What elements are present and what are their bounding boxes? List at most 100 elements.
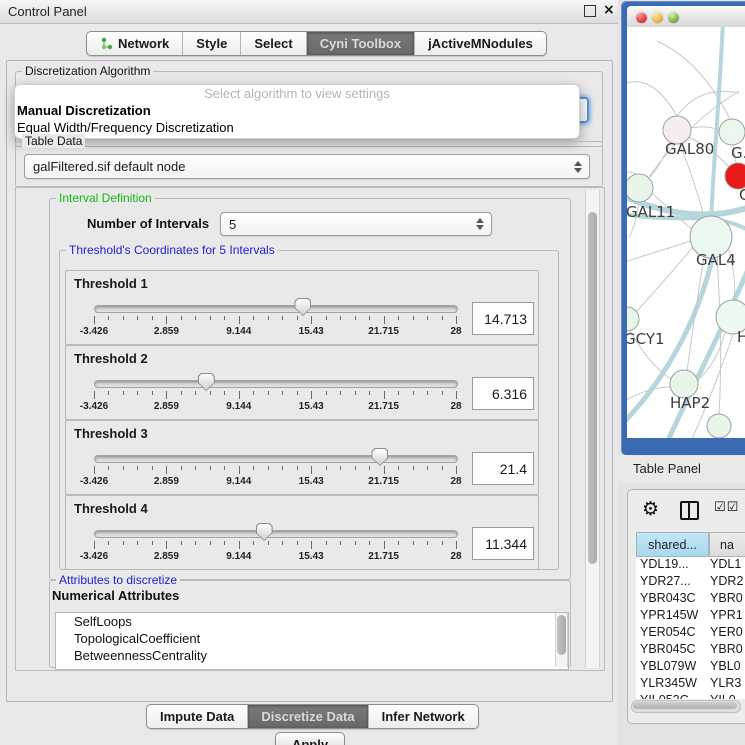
gear-icon[interactable]: ⚙ — [642, 496, 659, 522]
threshold-value-field[interactable]: 21.4 — [472, 452, 534, 485]
dropdown-option-equal-width-frequency-discretization[interactable]: Equal Width/Frequency Discretization — [15, 119, 579, 136]
apply-button[interactable]: Apply — [275, 732, 345, 745]
cell-shared-name[interactable]: YDL19... — [636, 557, 707, 574]
slider-tick — [224, 391, 225, 395]
cell-name[interactable]: YER0 — [707, 625, 745, 642]
cell-shared-name[interactable]: YDR27... — [636, 574, 707, 591]
table-row[interactable]: YDR27...YDR2 — [636, 574, 745, 591]
float-window-icon[interactable] — [584, 5, 596, 17]
slider-tick-label: 15.43 — [299, 326, 324, 337]
threshold-value-field[interactable]: 11.344 — [472, 527, 534, 560]
network-canvas[interactable]: GAL80G.CGAL11GAL4GCY1HHAP2 — [627, 27, 745, 438]
cell-shared-name[interactable]: YBR043C — [636, 591, 707, 608]
columns-icon[interactable] — [680, 501, 699, 520]
tab-cyni-toolbox[interactable]: Cyni Toolbox — [307, 32, 415, 55]
slider-tick — [224, 541, 225, 545]
slider-thumb[interactable] — [371, 448, 388, 466]
cell-shared-name[interactable]: YPR145W — [636, 608, 707, 625]
slider-track[interactable] — [94, 305, 458, 313]
tab-style[interactable]: Style — [183, 32, 241, 55]
network-window-titlebar — [627, 6, 745, 28]
slider-tick — [311, 466, 312, 474]
column-header-name[interactable]: na — [709, 532, 745, 557]
cell-name[interactable]: YBL0 — [707, 659, 745, 676]
cell-name[interactable]: YDL1 — [707, 557, 745, 574]
table-row[interactable]: YER054CYER0 — [636, 625, 745, 642]
slider-tick — [253, 316, 254, 320]
table-row[interactable]: YDL19...YDL1 — [636, 557, 745, 574]
network-node-node-top-right[interactable] — [719, 119, 745, 145]
network-edge[interactable] — [627, 241, 691, 263]
network-node-gal11[interactable] — [627, 174, 653, 202]
column-header-shared[interactable]: shared... — [636, 532, 709, 557]
slider-thumb[interactable] — [256, 523, 273, 541]
slider-thumb[interactable] — [198, 373, 215, 391]
scrollbar-thumb[interactable] — [633, 702, 737, 709]
network-edge[interactable] — [687, 256, 704, 371]
slider-track[interactable] — [94, 380, 458, 388]
cell-shared-name[interactable]: YER054C — [636, 625, 707, 642]
table-horizontal-scrollbar[interactable] — [631, 700, 741, 713]
attributes-list-scrollbar[interactable] — [555, 613, 568, 667]
dropdown-placeholder-item[interactable]: Select algorithm to view settings — [15, 85, 579, 102]
slider-thumb[interactable] — [294, 298, 311, 316]
select-columns-checkboxes-icon[interactable]: ☑☑ — [714, 500, 739, 515]
attribute-item-betweennesscentrality[interactable]: BetweennessCentrality — [56, 647, 568, 664]
slider-tick — [195, 391, 196, 395]
slider-tick-label: 2.859 — [154, 326, 179, 337]
network-node-node-bottom[interactable] — [707, 414, 731, 438]
table-row[interactable]: YBR043CYBR0 — [636, 591, 745, 608]
num-intervals-combobox[interactable]: 5 — [220, 212, 492, 236]
close-icon[interactable]: × — [603, 2, 615, 18]
cell-shared-name[interactable]: YIL052C — [636, 693, 707, 699]
cell-shared-name[interactable]: YLR345W — [636, 676, 707, 693]
cell-name[interactable]: YPR1 — [707, 608, 745, 625]
cell-name[interactable]: YBR0 — [707, 642, 745, 659]
slider-track[interactable] — [94, 530, 458, 538]
cell-name[interactable]: YLR3 — [707, 676, 745, 693]
threshold-value-field[interactable]: 14.713 — [472, 302, 534, 335]
dropdown-option-manual-discretization[interactable]: Manual Discretization — [15, 102, 579, 119]
scrollbar-thumb[interactable] — [557, 615, 566, 655]
settings-vertical-scrollbar[interactable] — [585, 190, 600, 668]
cell-shared-name[interactable]: YBR045C — [636, 642, 707, 659]
table-row[interactable]: YLR345WYLR3 — [636, 676, 745, 693]
attribute-item-topologicalcoefficient[interactable]: TopologicalCoefficient — [56, 630, 568, 647]
table-data-combobox[interactable]: galFiltered.sif default node — [24, 154, 590, 179]
slider-tick — [297, 541, 298, 545]
tab-jactivemnodules[interactable]: jActiveMNodules — [415, 32, 546, 55]
cell-name[interactable]: YIL0 — [707, 693, 745, 699]
tab-network[interactable]: Network — [87, 32, 183, 55]
attribute-item-selfloops[interactable]: SelfLoops — [56, 613, 568, 630]
tab-infer-network[interactable]: Infer Network — [369, 705, 478, 728]
cell-name[interactable]: YDR2 — [707, 574, 745, 591]
scrollbar-thumb[interactable] — [588, 212, 597, 564]
table-row[interactable]: YIL052CYIL0 — [636, 693, 745, 699]
cell-shared-name[interactable]: YBL079W — [636, 659, 707, 676]
num-intervals-label: Number of Intervals — [87, 216, 209, 231]
network-graph[interactable]: GAL80G.CGAL11GAL4GCY1HHAP2 — [627, 27, 745, 438]
minimize-traffic-light-icon[interactable] — [652, 12, 663, 23]
cell-name[interactable]: YBR0 — [707, 591, 745, 608]
slider-track[interactable] — [94, 455, 458, 463]
combo-stepper-icon — [476, 218, 484, 230]
slider-tick — [369, 316, 370, 320]
network-edge[interactable] — [677, 91, 739, 116]
table-row[interactable]: YPR145WYPR1 — [636, 608, 745, 625]
tab-label: Cyni Toolbox — [320, 36, 401, 51]
tab-label: jActiveMNodules — [428, 36, 533, 51]
threshold-value-field[interactable]: 6.316 — [472, 377, 534, 410]
zoom-traffic-light-icon[interactable] — [668, 12, 679, 23]
network-edge[interactable] — [627, 82, 677, 116]
tab-impute-data[interactable]: Impute Data — [147, 705, 248, 728]
tab-select[interactable]: Select — [241, 32, 306, 55]
slider-tick — [137, 466, 138, 470]
network-edge[interactable] — [635, 247, 693, 313]
slider-tick — [311, 391, 312, 399]
numerical-attributes-list[interactable]: SelfLoopsTopologicalCoefficientBetweenne… — [55, 612, 569, 670]
table-row[interactable]: YBR045CYBR0 — [636, 642, 745, 659]
close-traffic-light-icon[interactable] — [636, 12, 647, 23]
slider-tick — [340, 466, 341, 470]
tab-discretize-data[interactable]: Discretize Data — [248, 705, 368, 728]
table-row[interactable]: YBL079WYBL0 — [636, 659, 745, 676]
